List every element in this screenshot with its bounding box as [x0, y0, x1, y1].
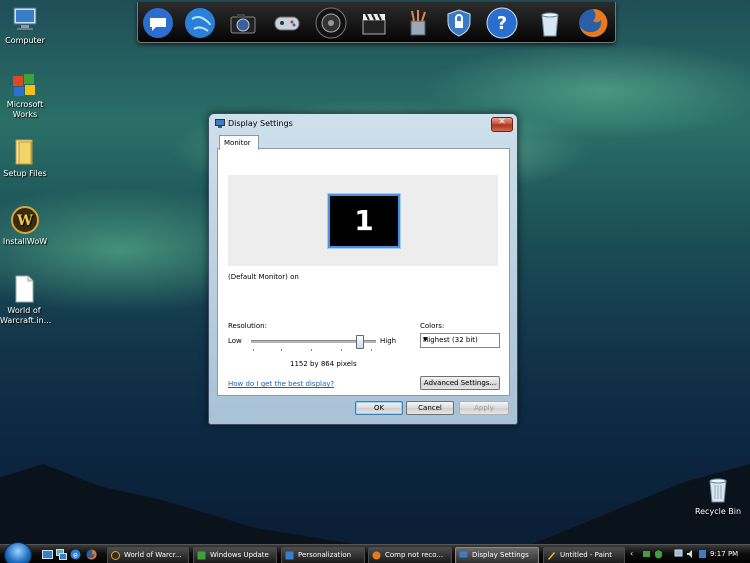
monitor-arrangement-area: 1 [228, 175, 498, 266]
network-icon[interactable] [642, 549, 651, 559]
firefox-icon[interactable] [577, 7, 609, 39]
folder-icon [15, 139, 33, 165]
dock-bar: ? [137, 2, 616, 43]
slider-tick [341, 349, 342, 351]
monitor-caption: (Default Monitor) on [228, 273, 299, 281]
desktop-icon-microsoft-works[interactable]: Microsoft Works [1, 68, 49, 120]
svg-text:e: e [73, 551, 78, 560]
taskbar-button-personalization[interactable]: Personalization [281, 547, 365, 563]
taskbar-button-display-settings[interactable]: Display Settings [455, 547, 539, 563]
desktop-icon-label: Recycle Bin [694, 507, 742, 516]
clapperboard-icon[interactable] [358, 7, 390, 39]
show-desktop-icon[interactable] [42, 549, 53, 560]
task-label: Untitled - Paint [560, 551, 612, 559]
start-button[interactable] [4, 542, 32, 563]
apply-button[interactable]: Apply [459, 401, 509, 415]
desktop-icon-installwow[interactable]: W InstallWoW [1, 205, 49, 247]
document-icon [15, 275, 34, 303]
monitor-icon [215, 119, 225, 128]
cancel-button[interactable]: Cancel [406, 401, 454, 415]
desktop: Computer Microsoft Works Setup Files W I… [0, 0, 750, 563]
speaker-icon[interactable] [315, 7, 347, 39]
task-label: Display Settings [472, 551, 529, 559]
volume-icon[interactable] [686, 549, 695, 559]
resolution-high-label: High [380, 337, 397, 345]
pencil-cup-icon[interactable] [402, 7, 434, 39]
desktop-icon-label: Computer [5, 36, 45, 45]
display-settings-dialog: Display Settings Monitor 1 (Default Moni… [208, 113, 518, 425]
advanced-settings-button[interactable]: Advanced Settings... [420, 376, 500, 390]
resolution-slider[interactable] [251, 335, 376, 351]
svg-text:W: W [16, 213, 33, 229]
personalization-icon [285, 551, 294, 560]
warcraft-icon: W [11, 206, 39, 234]
mountain-silhouette [0, 464, 360, 545]
desktop-icon-world-of-warcraft-file[interactable]: World of Warcraft.in... [0, 274, 52, 326]
system-tray: ‹ 9:17 PM [628, 547, 748, 562]
help-icon[interactable]: ? [486, 7, 518, 39]
security-icon[interactable] [654, 549, 663, 559]
dialog-title: Display Settings [228, 119, 293, 128]
defender-icon[interactable] [698, 549, 707, 559]
resolution-low-label: Low [228, 337, 242, 345]
tab-label: Monitor [224, 139, 251, 147]
task-label: Personalization [298, 551, 352, 559]
taskbar: e World of Warcr... Windows Update Perso… [0, 542, 750, 563]
messenger-icon[interactable] [142, 7, 174, 39]
microsoft-works-icon [13, 74, 35, 96]
internet-explorer-icon[interactable]: e [70, 549, 81, 560]
tray-expand-icon[interactable]: ‹ [630, 549, 639, 559]
taskbar-button-windows-update[interactable]: Windows Update [193, 547, 277, 563]
task-label: Windows Update [210, 551, 269, 559]
desktop-icon-label: Microsoft Works [6, 100, 44, 119]
taskbar-button-comp-not-reco[interactable]: Comp not reco... [368, 547, 452, 563]
switch-windows-icon[interactable] [56, 549, 67, 560]
firefox-icon [372, 551, 381, 560]
computer-icon [13, 7, 37, 30]
firefox-icon[interactable] [86, 549, 97, 560]
taskbar-button-paint[interactable]: Untitled - Paint [543, 547, 625, 563]
slider-tick [311, 349, 312, 351]
resolution-value: 1152 by 864 pixels [290, 360, 357, 368]
slider-tick [281, 349, 282, 351]
desktop-icon-label: World of Warcraft.in... [0, 306, 52, 325]
windows-update-icon [197, 551, 206, 560]
tab-monitor[interactable]: Monitor [219, 135, 259, 150]
recycle-bin-icon [709, 478, 727, 503]
warcraft-icon [111, 551, 120, 560]
close-button[interactable] [491, 117, 513, 132]
desktop-icon-label: InstallWoW [2, 237, 48, 246]
slider-thumb[interactable] [356, 335, 364, 349]
camera-icon[interactable] [227, 7, 259, 39]
shield-icon[interactable] [443, 7, 475, 39]
colors-label: Colors: [420, 322, 445, 330]
best-display-help-link[interactable]: How do I get the best display? [228, 380, 334, 388]
gamepad-icon[interactable] [271, 7, 303, 39]
title-bar[interactable]: Display Settings [209, 114, 517, 134]
trash-icon[interactable] [534, 7, 566, 39]
monitor-tab-panel: 1 (Default Monitor) on Resolution: Low H… [217, 148, 510, 396]
monitor-1-tile[interactable]: 1 [327, 193, 401, 249]
globe-icon[interactable] [184, 7, 216, 39]
slider-tick [253, 349, 254, 351]
svg-text:?: ? [497, 13, 507, 34]
slider-tick [371, 349, 372, 351]
clock[interactable]: 9:17 PM [710, 550, 738, 558]
resolution-label: Resolution: [228, 322, 267, 330]
monitor-icon [459, 551, 468, 558]
taskbar-button-world-of-warcraft[interactable]: World of Warcr... [107, 547, 189, 563]
computer-tray-icon[interactable] [674, 549, 683, 559]
desktop-icon-setup-files[interactable]: Setup Files [1, 137, 49, 179]
desktop-icon-computer[interactable]: Computer [1, 4, 49, 46]
ok-button[interactable]: OK [355, 401, 403, 415]
task-label: Comp not reco... [385, 551, 444, 559]
paint-icon [548, 552, 555, 560]
chevron-down-icon: ▼ [423, 336, 428, 343]
colors-dropdown[interactable]: Highest (32 bit) ▼ [420, 333, 500, 348]
desktop-icon-label: Setup Files [3, 169, 47, 178]
desktop-icon-recycle-bin[interactable]: Recycle Bin [694, 475, 742, 517]
task-label: World of Warcr... [124, 551, 182, 559]
